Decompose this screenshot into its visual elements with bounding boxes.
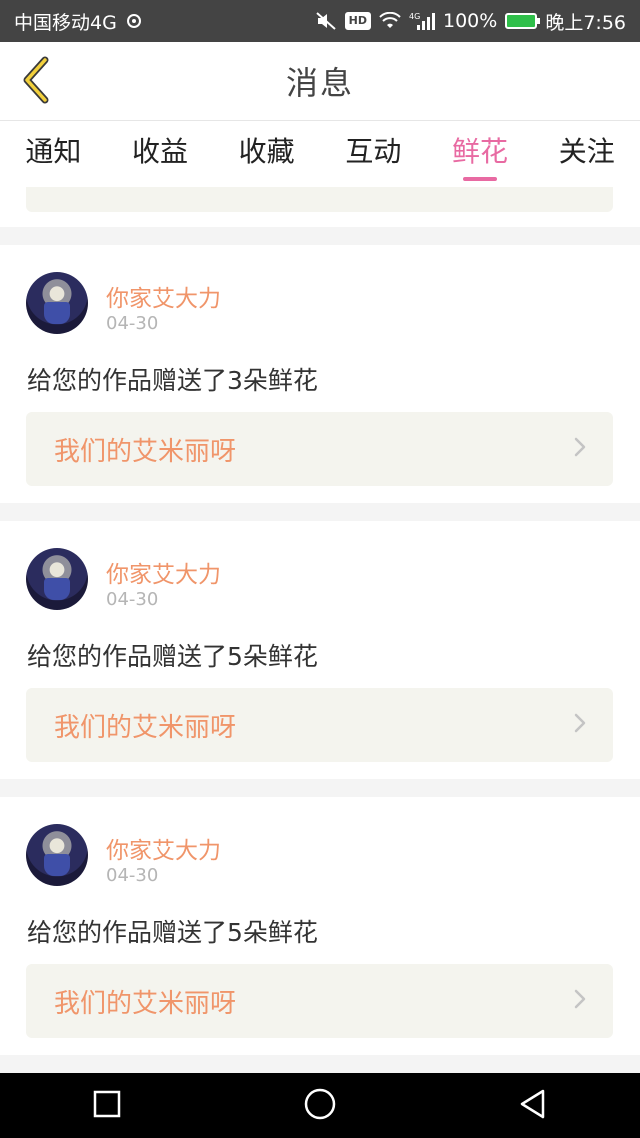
divider	[0, 227, 640, 245]
partial-work-link[interactable]	[26, 187, 613, 212]
divider	[0, 503, 640, 521]
triangle-back-icon	[518, 1088, 548, 1124]
message-card: 你家艾大力 04-30 给您的作品赠送了5朵鲜花 我们的艾米丽呀	[0, 521, 640, 779]
circle-icon	[303, 1087, 337, 1125]
hd-icon: HD	[344, 12, 371, 30]
work-link[interactable]: 我们的艾米丽呀	[26, 412, 613, 486]
avatar[interactable]	[26, 548, 88, 610]
carrier-label: 中国移动4G	[14, 11, 117, 34]
divider	[0, 779, 640, 797]
back-button[interactable]	[14, 54, 58, 110]
work-title: 我们的艾米丽呀	[54, 988, 237, 1019]
status-time: 晚上7:56	[545, 11, 626, 34]
user-name[interactable]: 你家艾大力	[106, 831, 221, 865]
message-date: 04-30	[106, 589, 159, 610]
wifi-icon	[379, 12, 401, 30]
tab-earnings[interactable]: 收益	[107, 121, 214, 187]
work-title: 我们的艾米丽呀	[54, 436, 237, 467]
square-icon	[92, 1089, 122, 1123]
chevron-left-icon	[19, 56, 53, 108]
signal-icon: 4G	[409, 11, 435, 31]
avatar[interactable]	[26, 272, 88, 334]
work-title: 我们的艾米丽呀	[54, 712, 237, 743]
message-list[interactable]: 你家艾大力 04-30 给您的作品赠送了3朵鲜花 我们的艾米丽呀 你家艾大力 0…	[0, 187, 640, 1073]
status-right: HD 4G 100% 晚上7:56	[315, 8, 626, 35]
mute-icon	[315, 11, 337, 31]
tab-flowers[interactable]: 鲜花	[427, 121, 534, 187]
work-link[interactable]: 我们的艾米丽呀	[26, 964, 613, 1038]
status-bar: 中国移动4G HD 4G 100% 晚上7:56	[0, 0, 640, 42]
user-name[interactable]: 你家艾大力	[106, 555, 221, 589]
avatar[interactable]	[26, 824, 88, 886]
tab-bar: 通知 收益 收藏 互动 鲜花 关注	[0, 121, 640, 187]
battery-percent: 100%	[443, 10, 498, 32]
message-text: 给您的作品赠送了3朵鲜花	[27, 366, 318, 395]
signal-network-label: 4G	[409, 12, 420, 21]
tab-interactions[interactable]: 互动	[320, 121, 427, 187]
page-title: 消息	[285, 64, 354, 102]
system-back-button[interactable]	[498, 1078, 568, 1134]
divider	[0, 1055, 640, 1073]
system-nav-bar	[0, 1073, 640, 1138]
recent-apps-button[interactable]	[72, 1078, 142, 1134]
partial-message-card	[0, 187, 640, 227]
chevron-right-icon	[573, 436, 587, 462]
status-left: 中国移动4G	[14, 8, 143, 35]
tab-favorites[interactable]: 收藏	[213, 121, 320, 187]
message-text: 给您的作品赠送了5朵鲜花	[27, 642, 318, 671]
tab-follows[interactable]: 关注	[533, 121, 640, 187]
message-date: 04-30	[106, 313, 159, 334]
battery-icon	[505, 13, 541, 29]
notification-swirl-icon	[125, 12, 143, 30]
chevron-right-icon	[573, 988, 587, 1014]
chevron-right-icon	[573, 712, 587, 738]
home-button[interactable]	[285, 1078, 355, 1134]
screen: 中国移动4G HD 4G 100% 晚上7:56 消息 通知 收益 收藏 互动 …	[0, 0, 640, 1138]
header: 消息	[0, 42, 640, 121]
message-text: 给您的作品赠送了5朵鲜花	[27, 918, 318, 947]
user-name[interactable]: 你家艾大力	[106, 279, 221, 313]
message-card: 你家艾大力 04-30 给您的作品赠送了5朵鲜花 我们的艾米丽呀	[0, 797, 640, 1055]
message-card: 你家艾大力 04-30 给您的作品赠送了3朵鲜花 我们的艾米丽呀	[0, 245, 640, 503]
work-link[interactable]: 我们的艾米丽呀	[26, 688, 613, 762]
message-date: 04-30	[106, 865, 159, 886]
tab-notifications[interactable]: 通知	[0, 121, 107, 187]
